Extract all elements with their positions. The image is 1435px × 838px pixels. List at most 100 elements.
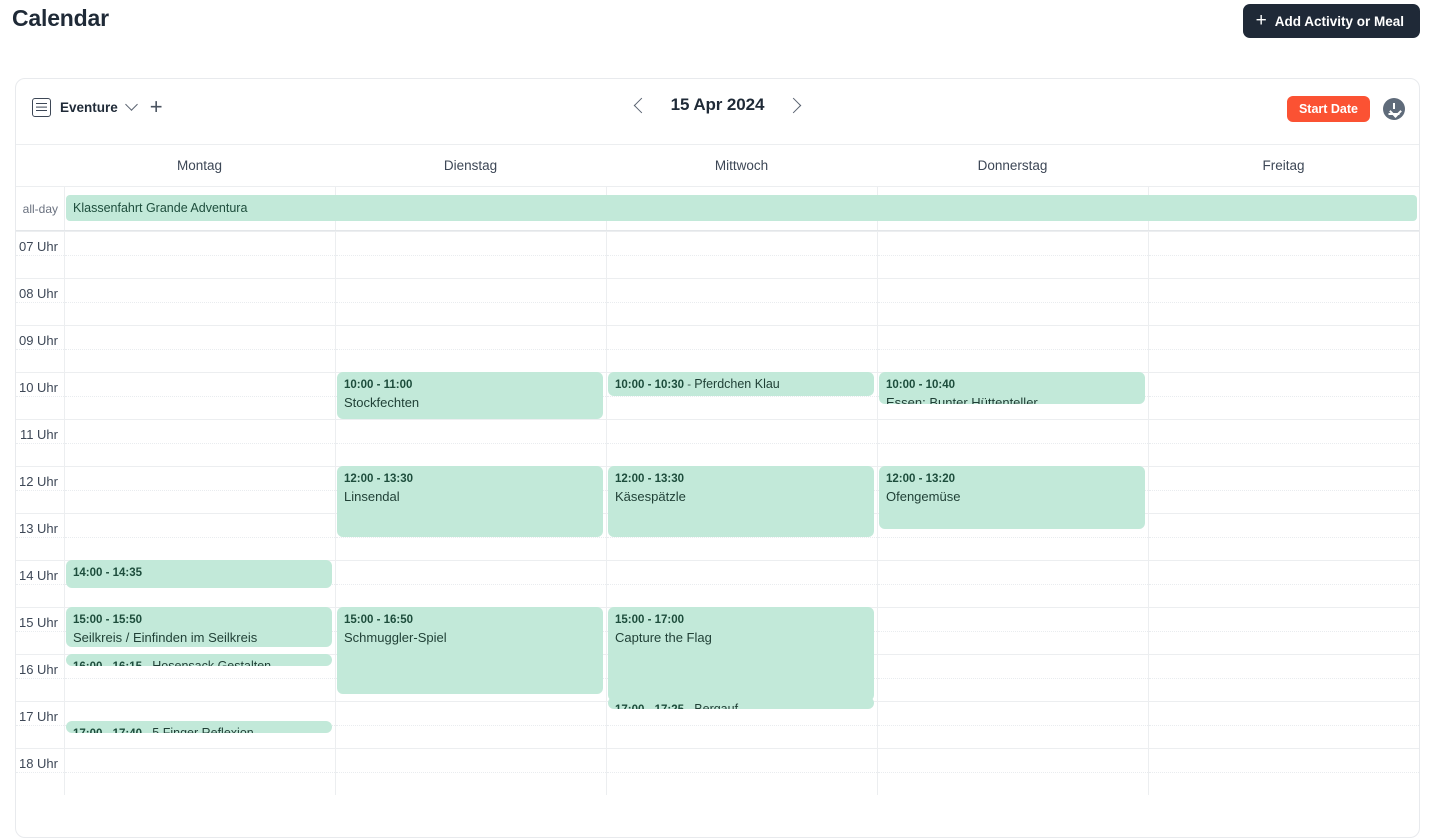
time-slot-cell[interactable]: [606, 326, 877, 372]
hour-label-cell: 13 Uhr: [16, 513, 64, 560]
document-list-icon: [32, 97, 51, 117]
time-slot-cell[interactable]: [64, 749, 335, 795]
all-day-event[interactable]: Klassenfahrt Grande Adventura: [66, 195, 1417, 221]
time-slot-cell[interactable]: [877, 655, 1148, 701]
calendar-event[interactable]: 15:00 - 17:00 Capture the Flag: [608, 607, 874, 701]
event-time-and-title: 16:00 - 16:15 - Hosensack Gestalten: [73, 659, 272, 666]
hour-label: 08 Uhr: [18, 286, 58, 301]
calendar-event[interactable]: 12:00 - 13:30 Linsendal: [337, 466, 603, 537]
calendar-event[interactable]: 14:00 - 14:35: [66, 560, 332, 588]
download-circle-icon[interactable]: [1383, 98, 1405, 120]
add-activity-or-meal-button[interactable]: + Add Activity or Meal: [1242, 4, 1420, 38]
all-day-body: Klassenfahrt Grande Adventura: [64, 187, 1419, 230]
calendar-event[interactable]: 10:00 - 10:30 - Pferdchen Klau: [608, 372, 874, 396]
add-activity-or-meal-label: Add Activity or Meal: [1274, 13, 1404, 29]
event-title: Stockfechten: [344, 394, 420, 410]
event-time: 14:00 - 14:35: [73, 567, 143, 579]
time-slot-cell[interactable]: [1148, 608, 1419, 654]
hour-row: 09 Uhr: [16, 325, 1419, 372]
hour-label: 16 Uhr: [18, 662, 58, 677]
time-slot-cell[interactable]: [606, 561, 877, 607]
calendar-event[interactable]: 15:00 - 16:50 Schmuggler-Spiel: [337, 607, 603, 694]
time-slot-cell[interactable]: [606, 749, 877, 795]
event-time-and-title: 17:00 - 17:40 - 5 Finger Reflexion: [73, 726, 254, 733]
time-slot-cell[interactable]: [606, 279, 877, 325]
hour-label-cell: 12 Uhr: [16, 466, 64, 513]
hour-label: 10 Uhr: [18, 380, 58, 395]
time-slot-cell[interactable]: [335, 279, 606, 325]
time-slot-cell[interactable]: [64, 232, 335, 278]
time-slot-cell[interactable]: [877, 561, 1148, 607]
time-slot-cell[interactable]: [1148, 232, 1419, 278]
hour-label: 14 Uhr: [18, 568, 58, 583]
calendar-event[interactable]: 17:00 - 17:40 - 5 Finger Reflexion: [66, 721, 332, 733]
time-slot-cell[interactable]: [1148, 702, 1419, 748]
event-time: 10:00 - 11:00: [344, 379, 413, 391]
event-time: 12:00 - 13:20: [886, 473, 956, 485]
time-slot-cell[interactable]: [335, 561, 606, 607]
event-time: 15:00 - 15:50: [73, 614, 143, 626]
day-header-montag[interactable]: Montag: [64, 145, 335, 186]
time-slot-cell[interactable]: [1148, 420, 1419, 466]
time-slot-cell[interactable]: [877, 279, 1148, 325]
hour-cells: [64, 419, 1419, 466]
time-slot-cell[interactable]: [877, 232, 1148, 278]
time-slot-cell[interactable]: [877, 702, 1148, 748]
calendar-event[interactable]: 17:00 - 17:25 - Bergauf: [608, 697, 874, 709]
calendar-event[interactable]: 16:00 - 16:15 - Hosensack Gestalten: [66, 654, 332, 666]
calendar-event[interactable]: 10:00 - 10:40 Essen: Bunter Hüttenteller: [879, 372, 1145, 404]
time-slot-cell[interactable]: [1148, 326, 1419, 372]
time-slot-cell[interactable]: [64, 279, 335, 325]
day-header-donnerstag[interactable]: Donnerstag: [877, 145, 1148, 186]
day-header-dienstag[interactable]: Dienstag: [335, 145, 606, 186]
time-slot-cell[interactable]: [64, 467, 335, 513]
time-slot-cell[interactable]: [335, 326, 606, 372]
time-slot-cell[interactable]: [877, 749, 1148, 795]
start-date-button[interactable]: Start Date: [1286, 96, 1370, 122]
time-slot-cell[interactable]: [335, 232, 606, 278]
time-slot-cell[interactable]: [335, 749, 606, 795]
event-time: 10:00 - 10:40: [886, 379, 956, 391]
day-header-freitag[interactable]: Freitag: [1148, 145, 1419, 186]
calendar-event[interactable]: 15:00 - 15:50 Seilkreis / Einfinden im Se…: [66, 607, 332, 647]
time-slot-cell[interactable]: [877, 326, 1148, 372]
time-slot-cell[interactable]: [606, 232, 877, 278]
hour-label-cell: 11 Uhr: [16, 419, 64, 466]
time-slot-cell[interactable]: [606, 420, 877, 466]
time-slot-cell[interactable]: [1148, 655, 1419, 701]
time-slot-cell[interactable]: [1148, 373, 1419, 419]
time-slot-cell[interactable]: [64, 420, 335, 466]
chevron-left-icon[interactable]: [633, 97, 649, 113]
time-slot-cell[interactable]: [1148, 279, 1419, 325]
calendar-event[interactable]: 10:00 - 11:00 Stockfechten: [337, 372, 603, 419]
calendar-event[interactable]: 12:00 - 13:20 Ofengemüse: [879, 466, 1145, 529]
page-header: Calendar + Add Activity or Meal: [0, 0, 1435, 56]
date-navigator: 15 Apr 2024: [16, 95, 1419, 115]
day-header-mittwoch[interactable]: Mittwoch: [606, 145, 877, 186]
time-slot-cell[interactable]: [335, 702, 606, 748]
time-slot-cell[interactable]: [1148, 561, 1419, 607]
hour-label-cell: 17 Uhr: [16, 701, 64, 748]
time-slot-cell[interactable]: [335, 420, 606, 466]
event-time: 12:00 - 13:30: [615, 473, 685, 485]
hour-row: 18 Uhr: [16, 748, 1419, 795]
add-calendar-button[interactable]: +: [150, 96, 163, 118]
event-title: Schmuggler-Spiel: [344, 629, 447, 645]
event-time: 15:00 - 16:50: [344, 614, 414, 626]
hour-row: 11 Uhr: [16, 419, 1419, 466]
time-slot-cell[interactable]: [64, 326, 335, 372]
current-date-label[interactable]: 15 Apr 2024: [671, 95, 765, 115]
chevron-right-icon[interactable]: [786, 97, 802, 113]
time-slot-cell[interactable]: [64, 514, 335, 560]
time-slot-cell[interactable]: [64, 373, 335, 419]
time-slot-cell[interactable]: [1148, 514, 1419, 560]
time-slot-cell[interactable]: [1148, 749, 1419, 795]
calendar-event[interactable]: 12:00 - 13:30 Käsespätzle: [608, 466, 874, 537]
time-grid-scroll[interactable]: 07 Uhr 08 Uhr 09 Uhr 10 Uhr 11 Uhr 12 Uhr 13 U…: [16, 231, 1419, 837]
calendar-selector[interactable]: Eventure: [32, 97, 138, 117]
time-slot-cell[interactable]: [877, 608, 1148, 654]
hour-cells: [64, 231, 1419, 278]
time-slot-cell[interactable]: [1148, 467, 1419, 513]
time-slot-cell[interactable]: [877, 420, 1148, 466]
hour-label: 15 Uhr: [18, 615, 58, 630]
